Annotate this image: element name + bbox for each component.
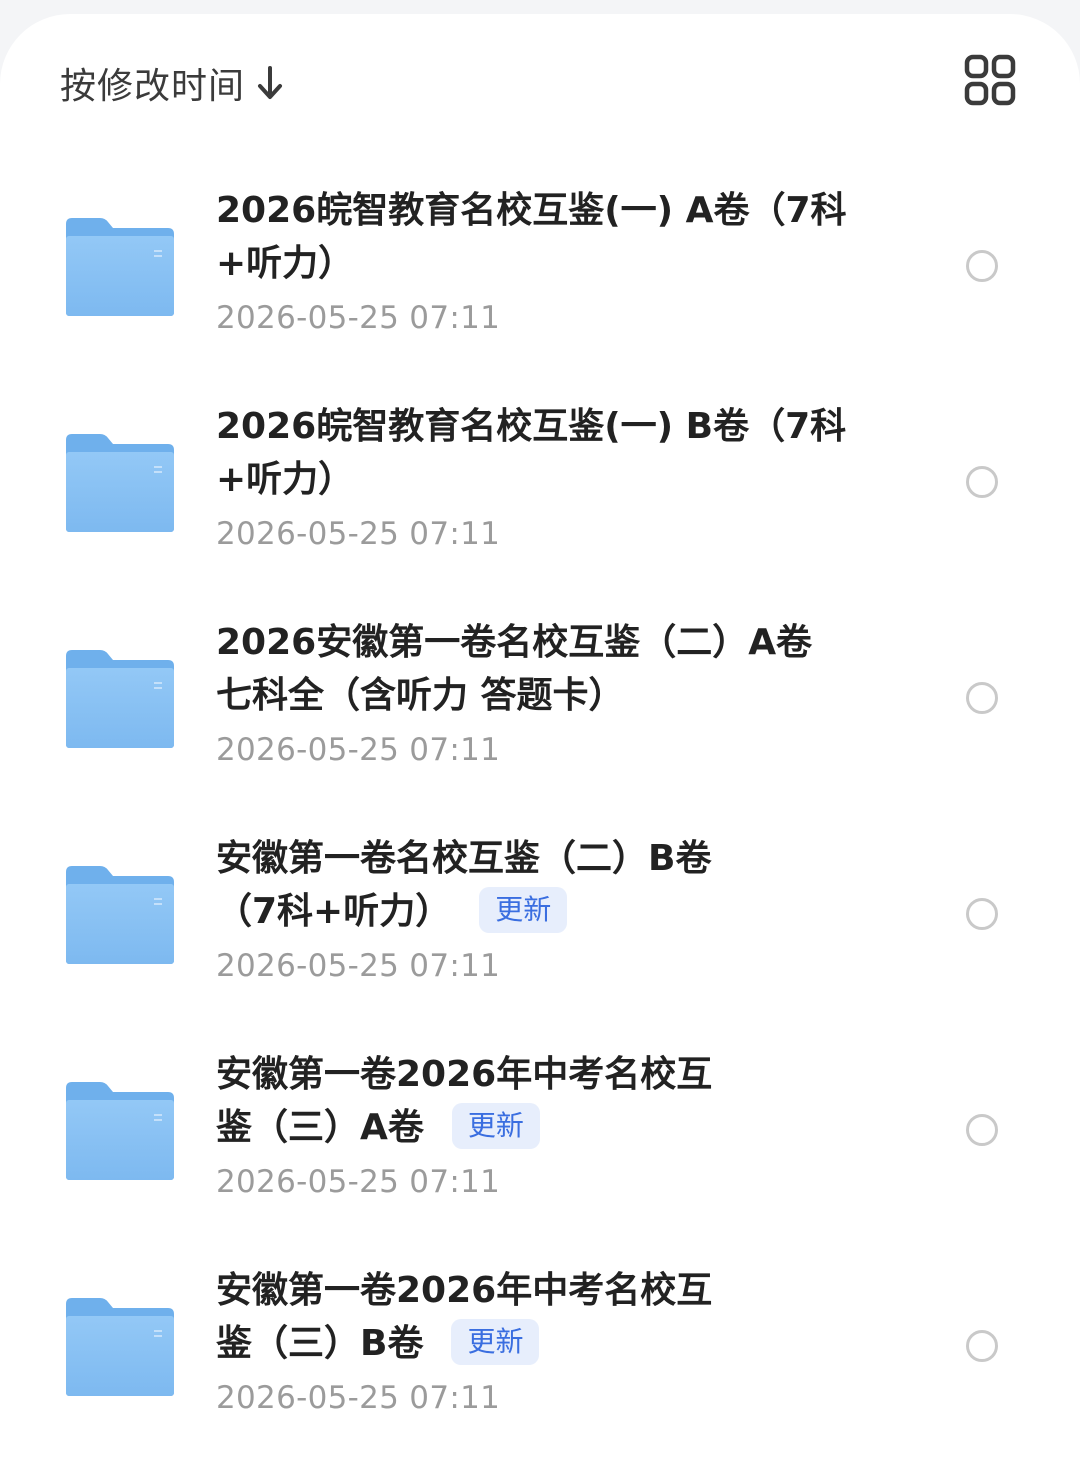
folder-title-line: 安徽第一卷名校互鉴（二）B卷	[216, 838, 712, 879]
folder-title: 2026安徽第一卷名校互鉴（二）A卷 七科全（含听力 答题卡）	[216, 616, 876, 722]
sort-label: 按修改时间	[60, 66, 246, 107]
sort-by-modified-button[interactable]: 按修改时间	[60, 58, 285, 108]
modified-time: 2026-05-25 07:11	[216, 948, 501, 984]
folder-title-text: +听力）	[216, 243, 355, 284]
folder-title-line: 七科全（含听力 答题卡）	[216, 669, 876, 722]
folder-title-line: （7科+听力） 更新	[216, 885, 876, 938]
folder-icon	[66, 650, 174, 748]
folder-title: 安徽第一卷2026年中考名校互 鉴（三）B卷 更新	[216, 1264, 876, 1370]
folder-icon	[66, 434, 174, 532]
folder-icon	[66, 1082, 174, 1180]
select-checkbox[interactable]	[966, 898, 998, 930]
folder-title-text: 鉴（三）B卷	[216, 1323, 424, 1364]
modified-time: 2026-05-25 07:11	[216, 1380, 501, 1416]
folder-title-line: 2026皖智教育名校互鉴(一) A卷（7科	[216, 190, 847, 231]
folder-row[interactable]: 2026安徽第一卷名校互鉴（二）A卷 七科全（含听力 答题卡） 2026-05-25…	[0, 596, 1080, 812]
file-list-sheet: 按修改时间 2026皖智教育名校互鉴(一) A卷（7科 +听力） 2026-05-2…	[0, 14, 1080, 1466]
folder-icon	[66, 1298, 174, 1396]
folder-title: 安徽第一卷2026年中考名校互 鉴（三）A卷 更新	[216, 1048, 876, 1154]
folder-title: 安徽第一卷名校互鉴（二）B卷 （7科+听力） 更新	[216, 832, 876, 938]
select-checkbox[interactable]	[966, 682, 998, 714]
folder-icon	[66, 218, 174, 316]
folder-title-text: 七科全（含听力 答题卡）	[216, 675, 625, 716]
modified-time: 2026-05-25 07:11	[216, 516, 501, 552]
folder-title: 2026皖智教育名校互鉴(一) A卷（7科 +听力）	[216, 184, 876, 290]
folder-title-line: 安徽第一卷2026年中考名校互	[216, 1270, 713, 1311]
update-badge: 更新	[451, 1319, 540, 1365]
list-header: 按修改时间	[0, 14, 1080, 144]
folder-row[interactable]: 2026皖智教育名校互鉴(一) A卷（7科 +听力） 2026-05-25 07:1…	[0, 164, 1080, 380]
select-checkbox[interactable]	[966, 1330, 998, 1362]
modified-time: 2026-05-25 07:11	[216, 732, 501, 768]
grid-view-icon[interactable]	[964, 54, 1016, 106]
folder-row[interactable]: 安徽第一卷名校互鉴（二）B卷 （7科+听力） 更新 2026-05-25 07:11	[0, 812, 1080, 1028]
folder-title-line: +听力）	[216, 237, 876, 290]
folder-title-line: 鉴（三）A卷 更新	[216, 1101, 876, 1154]
folder-title-line: 鉴（三）B卷 更新	[216, 1317, 876, 1370]
select-checkbox[interactable]	[966, 250, 998, 282]
folder-title-line: 2026安徽第一卷名校互鉴（二）A卷	[216, 622, 813, 663]
folder-row[interactable]: 安徽第一卷2026年中考名校互 鉴（三）A卷 更新 2026-05-25 07:11	[0, 1028, 1080, 1244]
select-checkbox[interactable]	[966, 466, 998, 498]
modified-time: 2026-05-25 07:11	[216, 1164, 501, 1200]
folder-title: 2026皖智教育名校互鉴(一) B卷（7科 +听力）	[216, 400, 876, 506]
folder-title-line: +听力）	[216, 453, 876, 506]
folder-title-line: 2026皖智教育名校互鉴(一) B卷（7科	[216, 406, 847, 447]
modified-time: 2026-05-25 07:11	[216, 300, 501, 336]
folder-title-line: 安徽第一卷2026年中考名校互	[216, 1054, 713, 1095]
folder-row[interactable]: 安徽第一卷2026年中考名校互 鉴（三）B卷 更新 2026-05-25 07:11	[0, 1244, 1080, 1460]
update-badge: 更新	[479, 887, 568, 933]
folder-title-text: 鉴（三）A卷	[216, 1107, 424, 1148]
arrow-down-icon	[258, 66, 283, 99]
folder-title-text: +听力）	[216, 459, 355, 500]
folder-title-text: （7科+听力）	[216, 891, 452, 932]
select-checkbox[interactable]	[966, 1114, 998, 1146]
update-badge: 更新	[451, 1103, 540, 1149]
folder-icon	[66, 866, 174, 964]
folder-row[interactable]: 2026皖智教育名校互鉴(一) B卷（7科 +听力） 2026-05-25 07:1…	[0, 380, 1080, 596]
